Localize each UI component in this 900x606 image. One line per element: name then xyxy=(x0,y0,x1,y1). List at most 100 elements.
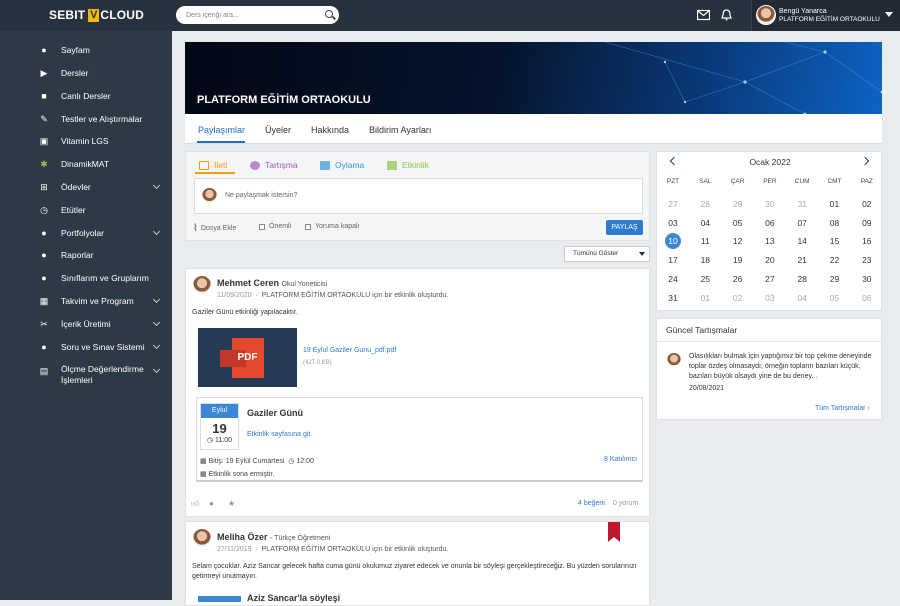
chevron-down-icon[interactable] xyxy=(152,227,161,236)
sidebar-item-takvim[interactable]: ▦ Takvim ve Program xyxy=(0,290,172,312)
calendar-day[interactable]: 19 xyxy=(722,255,754,265)
calendar-day[interactable]: 16 xyxy=(851,236,883,246)
sidebar-item-odevler[interactable]: ⊞ Ödevler xyxy=(0,176,172,198)
calendar-day[interactable]: 04 xyxy=(786,293,818,303)
calendar-day[interactable]: 05 xyxy=(819,293,851,303)
calendar-day[interactable]: 27 xyxy=(754,274,786,284)
calendar-day[interactable]: 03 xyxy=(657,218,689,228)
composer-tab-etkinlik[interactable]: Etkinlik xyxy=(387,160,429,170)
post-author[interactable]: Meliha Özer - Türkçe Öğretmeni xyxy=(217,532,330,542)
sidebar-item-dersler[interactable]: ▶ Dersler xyxy=(0,62,172,84)
comments-count[interactable]: 0 yorum xyxy=(613,500,638,507)
sidebar-item-raporlar[interactable]: ● Raporlar xyxy=(0,244,172,266)
calendar-day[interactable]: 28 xyxy=(689,199,721,209)
calendar-day[interactable]: 01 xyxy=(689,293,721,303)
sidebar-item-icerik-uretimi[interactable]: ✂ İçerik Üretimi xyxy=(0,313,172,335)
calendar-day[interactable]: 13 xyxy=(754,236,786,246)
important-checkbox[interactable]: Önemli xyxy=(259,223,291,230)
calendar-day[interactable]: 22 xyxy=(819,255,851,265)
calendar-day[interactable]: 05 xyxy=(722,218,754,228)
calendar-day[interactable]: 03 xyxy=(754,293,786,303)
author-avatar[interactable] xyxy=(192,528,212,548)
author-avatar[interactable] xyxy=(192,275,212,295)
star-icon[interactable]: ★ xyxy=(228,500,237,508)
chevron-down-icon[interactable] xyxy=(152,181,161,190)
calendar-day[interactable]: 09 xyxy=(851,218,883,228)
calendar-day[interactable]: 23 xyxy=(851,255,883,265)
post-textarea[interactable]: Ne paylaşmak istersin? xyxy=(194,178,643,214)
calendar-day[interactable]: 17 xyxy=(657,255,689,265)
calendar-day[interactable]: 07 xyxy=(786,218,818,228)
likes-count[interactable]: 4 beğeni xyxy=(578,500,605,507)
calendar-day[interactable]: 24 xyxy=(657,274,689,284)
chevron-down-icon[interactable] xyxy=(152,341,161,350)
calendar-day[interactable]: 18 xyxy=(689,255,721,265)
calendar-day[interactable]: 21 xyxy=(786,255,818,265)
sidebar-item-dinamikmat[interactable]: ✱ DinamikMAT xyxy=(0,153,172,175)
sidebar-item-canli-dersler[interactable]: ■ Canlı Dersler xyxy=(0,85,172,107)
search-icon[interactable] xyxy=(325,10,333,18)
post-author[interactable]: Mehmet Ceren Okul Yoneticisi xyxy=(217,278,327,288)
sidebar-item-siniflarim[interactable]: ● Sınıflarım ve Gruplarım xyxy=(0,267,172,289)
user-menu[interactable]: Bengü Yanarca PLATFORM EĞİTİM ORTAOKULU xyxy=(751,0,900,31)
all-discussions-link[interactable]: Tüm Tartışmalar › xyxy=(815,405,870,412)
calendar-day[interactable]: 02 xyxy=(851,199,883,209)
sidebar-item-sayfam[interactable]: ● Sayfam xyxy=(0,39,172,61)
tab-paylasimlar[interactable]: Paylaşımlar xyxy=(198,125,245,135)
post-filter-select[interactable]: Tümünü Göster xyxy=(564,246,650,262)
calendar-day[interactable]: 29 xyxy=(819,274,851,284)
calendar-day[interactable]: 31 xyxy=(786,199,818,209)
chevron-down-icon[interactable] xyxy=(885,12,893,17)
calendar-day[interactable]: 11 xyxy=(689,236,721,246)
calendar-day[interactable]: 20 xyxy=(754,255,786,265)
tab-uyeler[interactable]: Üyeler xyxy=(265,125,291,135)
calendar-day[interactable]: 04 xyxy=(689,218,721,228)
calendar-day[interactable]: 15 xyxy=(819,236,851,246)
sidebar-item-testler[interactable]: ✎ Testler ve Alıştırmalar xyxy=(0,108,172,130)
participants-link[interactable]: 8 Katılımcı xyxy=(604,456,637,463)
calendar-day[interactable]: 27 xyxy=(657,199,689,209)
attach-file-button[interactable]: ⌇ Dosya Ekle xyxy=(193,223,236,234)
mail-icon[interactable] xyxy=(697,9,710,21)
calendar-day[interactable]: 08 xyxy=(819,218,851,228)
checkbox[interactable] xyxy=(305,223,311,230)
composer-tab-ileti[interactable]: İleti xyxy=(199,160,227,170)
sidebar-item-olcme[interactable]: ▤ Ölçme Değerlendirme İşlemleri xyxy=(0,363,172,391)
calendar-day[interactable]: 10 xyxy=(657,236,689,246)
checkbox[interactable] xyxy=(259,223,265,230)
comment-icon[interactable]: ● xyxy=(209,500,218,508)
bell-icon[interactable] xyxy=(720,9,733,21)
like-icon[interactable]: 👍︎ xyxy=(191,500,200,508)
attachment-link[interactable]: 19 Eylul Gaziler Gunu_pdf.pdf xyxy=(303,346,396,356)
bookmark-icon[interactable] xyxy=(608,522,620,542)
composer-tab-oylama[interactable]: Oylama xyxy=(320,160,364,170)
calendar-day[interactable]: 12 xyxy=(722,236,754,246)
discussion-text[interactable]: Olasılıkları bulmak için yaptığımız bir … xyxy=(689,352,875,382)
calendar-day[interactable]: 28 xyxy=(786,274,818,284)
search-input[interactable] xyxy=(176,6,339,24)
composer-tab-tartisma[interactable]: Tartışma xyxy=(250,160,298,170)
calendar-day[interactable]: 29 xyxy=(722,199,754,209)
sidebar-item-vitamin-lgs[interactable]: ▣ Vitamin LGS xyxy=(0,130,172,152)
calendar-day[interactable]: 30 xyxy=(754,199,786,209)
calendar-day[interactable]: 30 xyxy=(851,274,883,284)
sidebar-item-portfolyolar[interactable]: ● Portfolyolar xyxy=(0,222,172,244)
tab-bildirim-ayarlari[interactable]: Bildirim Ayarları xyxy=(369,125,431,135)
tab-hakkinda[interactable]: Hakkında xyxy=(311,125,349,135)
chevron-down-icon[interactable] xyxy=(152,295,161,304)
calendar-day[interactable]: 14 xyxy=(786,236,818,246)
calendar-day[interactable]: 26 xyxy=(722,274,754,284)
calendar-day[interactable]: 06 xyxy=(754,218,786,228)
calendar-day[interactable]: 01 xyxy=(819,199,851,209)
calendar-day[interactable]: 06 xyxy=(851,293,883,303)
sidebar-item-soru-sinav[interactable]: ● Soru ve Sınav Sistemi xyxy=(0,336,172,358)
calendar-day[interactable]: 31 xyxy=(657,293,689,303)
share-button[interactable]: PAYLAŞ xyxy=(606,220,643,235)
event-page-link[interactable]: Etkinlik sayfasına git xyxy=(247,431,310,438)
comments-closed-checkbox[interactable]: Yoruma kapalı xyxy=(305,223,360,230)
calendar-day[interactable]: 25 xyxy=(689,274,721,284)
pdf-thumbnail[interactable]: PDF xyxy=(198,328,297,387)
chevron-down-icon[interactable] xyxy=(152,318,161,327)
sebit-vcloud-logo[interactable]: SEBIT V CLOUD xyxy=(49,8,144,22)
sidebar-item-etutler[interactable]: ◷ Etütler xyxy=(0,199,172,221)
